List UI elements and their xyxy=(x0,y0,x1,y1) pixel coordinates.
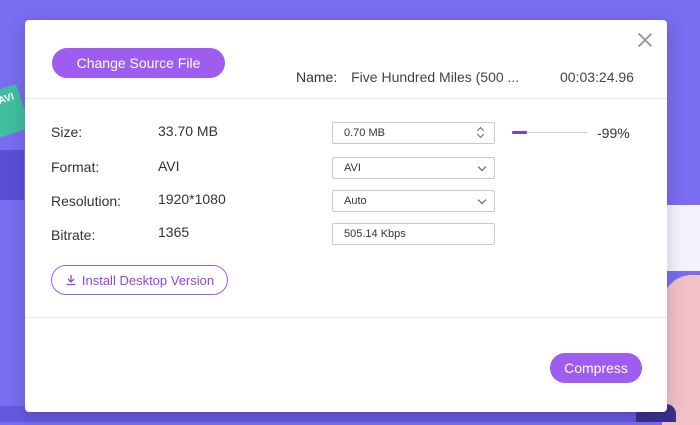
file-duration: 00:03:24.96 xyxy=(560,69,634,85)
format-select[interactable]: AVI xyxy=(332,157,495,179)
name-label: Name: xyxy=(296,69,338,85)
bitrate-value: 1365 xyxy=(158,224,190,240)
bitrate-target: 505.14 Kbps xyxy=(344,228,406,240)
resolution-label: Resolution: xyxy=(51,193,122,209)
format-label: Format: xyxy=(51,159,100,175)
resolution-selected: Auto xyxy=(344,195,367,207)
target-size-value: 0.70 MB xyxy=(344,127,385,139)
close-icon[interactable] xyxy=(637,32,653,48)
install-desktop-label: Install Desktop Version xyxy=(81,272,215,288)
size-label: Size: xyxy=(51,124,83,140)
resolution-select[interactable]: Auto xyxy=(332,190,495,212)
chevron-down-icon xyxy=(477,162,487,172)
format-value: AVI xyxy=(158,158,180,174)
bitrate-input[interactable]: 505.14 Kbps xyxy=(332,223,495,245)
background-illustration-figure xyxy=(662,275,700,425)
file-name-value: Five Hundred Miles (500 ... xyxy=(351,69,520,85)
change-source-file-button[interactable]: Change Source File xyxy=(52,48,225,78)
compression-slider-fill[interactable] xyxy=(512,131,527,134)
resolution-value: 1920*1080 xyxy=(158,191,226,207)
download-icon xyxy=(65,274,77,286)
divider xyxy=(25,98,667,99)
size-value: 33.70 MB xyxy=(158,123,218,139)
divider xyxy=(25,317,667,318)
file-name-row: Name: Five Hundred Miles (500 ... xyxy=(296,69,519,85)
background-avi-text: AVI xyxy=(0,91,16,107)
compress-button[interactable]: Compress xyxy=(550,353,642,383)
compression-slider[interactable] xyxy=(512,131,587,134)
background-block xyxy=(0,150,24,200)
target-size-stepper[interactable]: 0.70 MB xyxy=(332,122,495,144)
compression-percent: -99% xyxy=(597,125,630,141)
bitrate-label: Bitrate: xyxy=(51,227,96,243)
stepper-arrows-icon[interactable] xyxy=(476,126,486,140)
compress-dialog: Change Source File Name: Five Hundred Mi… xyxy=(25,20,667,412)
install-desktop-version-button[interactable]: Install Desktop Version xyxy=(51,265,228,295)
format-selected: AVI xyxy=(344,162,361,174)
chevron-down-icon xyxy=(477,195,487,205)
